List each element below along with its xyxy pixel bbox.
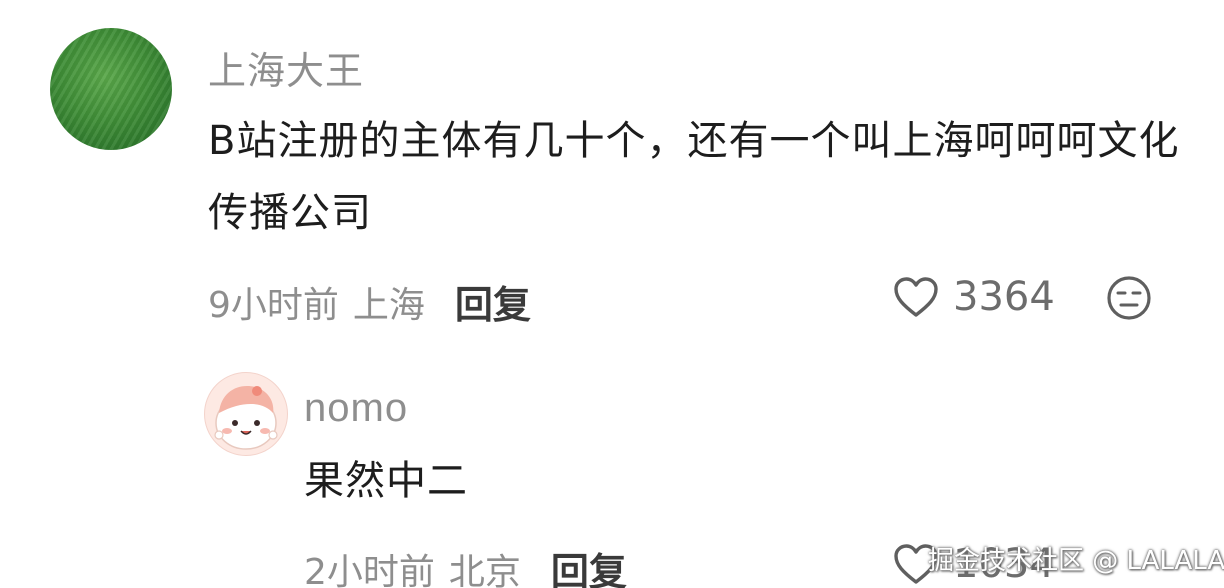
comment-section: 上海大王 B站注册的主体有几十个，还有一个叫上海呵呵呵文化传播公司 9小时前 上… xyxy=(0,0,1224,588)
user-avatar[interactable] xyxy=(50,28,172,150)
reply-button[interactable]: 回复 xyxy=(455,274,531,329)
comment-username[interactable]: 上海大王 xyxy=(208,40,364,95)
comment-text: B站注册的主体有几十个，还有一个叫上海呵呵呵文化传播公司 xyxy=(208,118,1180,236)
comment-location: 上海 xyxy=(352,284,425,326)
reply-reply-button[interactable]: 回复 xyxy=(551,541,627,588)
dislike-button[interactable] xyxy=(1106,275,1152,325)
reply-meta: 2小时前 北京 回复 xyxy=(304,541,627,588)
reply-user-avatar[interactable] xyxy=(204,372,288,456)
neutral-face-icon xyxy=(1107,276,1151,320)
reply-text: 果然中二 xyxy=(304,458,468,504)
comment-time: 9小时前 xyxy=(208,284,339,326)
like-button[interactable]: 3364 xyxy=(893,274,1055,320)
watermark: 掘金技术社区 @ LALALA xyxy=(928,546,1224,576)
reply-location: 北京 xyxy=(448,551,521,588)
heart-icon xyxy=(894,277,938,317)
reply-time: 2小时前 xyxy=(304,551,435,588)
like-count: 3364 xyxy=(953,274,1055,320)
cartoon-character-avatar xyxy=(214,386,278,450)
reply-username[interactable]: nomo xyxy=(304,386,408,431)
comment-meta: 9小时前 上海 回复 xyxy=(208,274,531,329)
